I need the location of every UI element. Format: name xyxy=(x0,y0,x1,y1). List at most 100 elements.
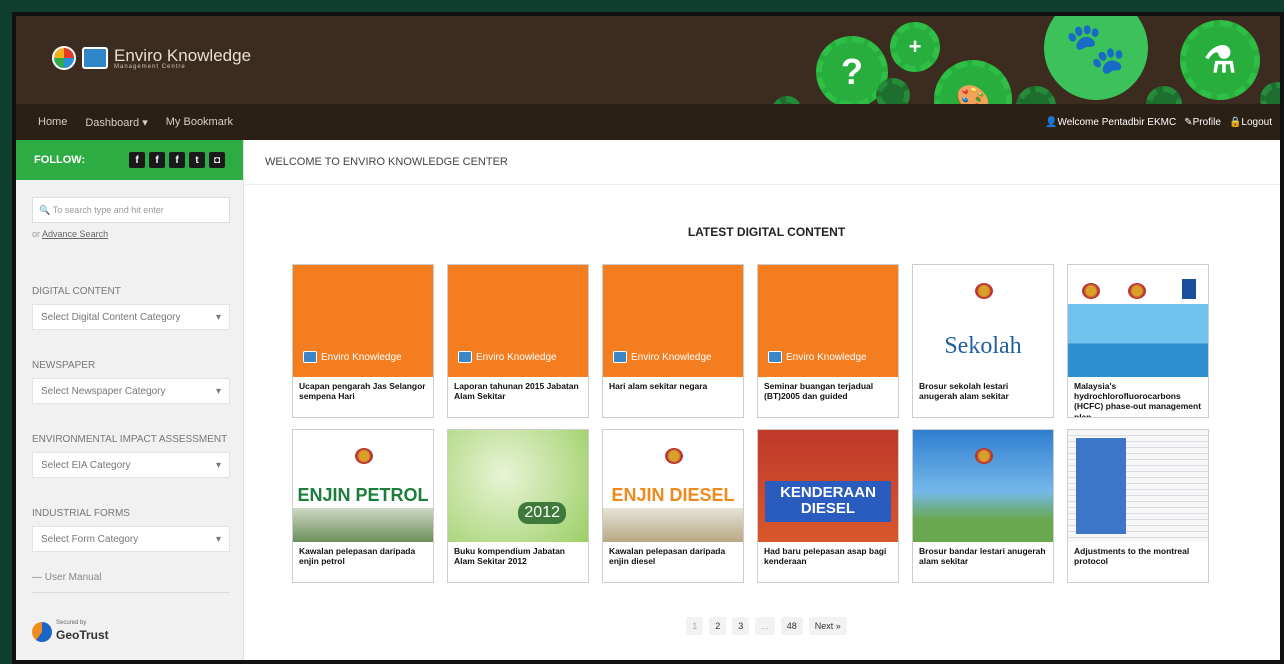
logo-book-icon xyxy=(303,351,317,363)
content-card[interactable]: Enviro Knowledge Laporan tahunan 2015 Ja… xyxy=(447,264,589,418)
logo-globe-icon xyxy=(52,46,76,70)
nav-dashboard[interactable]: Dashboard ▾ xyxy=(85,116,147,129)
next-page-button[interactable]: Next » xyxy=(808,617,847,635)
nav-home[interactable]: Home xyxy=(38,116,67,128)
thumb-cover xyxy=(1076,438,1126,534)
crest-icon xyxy=(975,283,993,299)
content-card[interactable]: ENJIN PETROL Kawalan pelepasan daripada … xyxy=(292,429,434,583)
chevron-down-icon: ▾ xyxy=(215,459,221,471)
logo-title: Enviro Knowledge xyxy=(114,45,252,65)
card-thumbnail xyxy=(1068,265,1208,377)
small-gear-icon xyxy=(772,96,802,104)
geotrust-badge[interactable]: Secured by GeoTrust xyxy=(32,620,109,644)
page-2[interactable]: 2 xyxy=(709,617,727,635)
content-card[interactable]: Adjustments to the montreal protocol xyxy=(1067,429,1209,583)
card-thumbnail: Sekolah xyxy=(913,265,1053,377)
search-icon: 🔍 xyxy=(39,204,51,215)
paw-bulb-icon: 🐾 xyxy=(1044,16,1148,100)
card-thumbnail xyxy=(1068,430,1208,542)
facebook-icon[interactable]: f xyxy=(129,152,145,168)
logo-subtitle: Management Centre xyxy=(114,63,186,70)
logo-book-icon xyxy=(768,351,782,363)
twitter-icon[interactable]: t xyxy=(189,152,205,168)
card-thumbnail: Enviro Knowledge xyxy=(448,265,588,377)
thumb-photo xyxy=(293,508,433,542)
page-48[interactable]: 48 xyxy=(780,617,803,635)
card-caption: Kawalan pelepasan daripada enjin petrol xyxy=(299,546,416,567)
card-caption: Ucapan pengarah Jas Selangor sempena Har… xyxy=(299,381,426,402)
card-caption: Had baru pelepasan asap bagi kenderaan xyxy=(764,546,887,567)
page-title: WELCOME TO ENVIRO KNOWLEDGE CENTER xyxy=(265,156,508,168)
content-card[interactable]: Enviro Knowledge Seminar buangan terjadu… xyxy=(757,264,899,418)
card-thumbnail: ENJIN DIESEL xyxy=(603,430,743,542)
page-1[interactable]: 1 xyxy=(686,617,704,635)
card-caption: Buku kompendium Jabatan Alam Sekitar 201… xyxy=(454,546,565,567)
card-caption: Hari alam sekitar negara xyxy=(609,381,708,391)
card-caption: Adjustments to the montreal protocol xyxy=(1074,546,1190,567)
card-thumbnail: Enviro Knowledge xyxy=(603,265,743,377)
section-title-eia: ENVIRONMENTAL IMPACT ASSESSMENT xyxy=(32,434,228,445)
advance-search-link[interactable]: Advance Search xyxy=(42,229,108,239)
follow-bar: FOLLOW: f f f t ◘ xyxy=(16,140,243,180)
main-content: WELCOME TO ENVIRO KNOWLEDGE CENTER LATES… xyxy=(245,140,1280,660)
sidebar: FOLLOW: f f f t ◘ 🔍 To search type and h… xyxy=(16,140,244,660)
page-3[interactable]: 3 xyxy=(732,617,750,635)
caret-down-icon: ▾ xyxy=(142,116,148,129)
card-caption: Brosur bandar lestari anugerah alam seki… xyxy=(919,546,1046,567)
content-card[interactable]: ENJIN DIESEL Kawalan pelepasan daripada … xyxy=(602,429,744,583)
page-ellipsis: ... xyxy=(755,617,775,635)
chevron-down-icon: ▾ xyxy=(215,533,221,545)
lock-icon: 🔒 xyxy=(1228,116,1242,128)
profile-link[interactable]: ✎Profile xyxy=(1184,117,1221,128)
card-thumbnail: KENDERAAN DIESEL xyxy=(758,430,898,542)
newspaper-select[interactable]: Select Newspaper Category ▾ xyxy=(32,378,230,404)
card-thumbnail: Enviro Knowledge xyxy=(293,265,433,377)
facebook-icon[interactable]: f xyxy=(149,152,165,168)
welcome-user-link[interactable]: 👤Welcome Pentadbir EKMC xyxy=(1045,117,1176,128)
chevron-down-icon: ▾ xyxy=(215,311,221,323)
content-card[interactable]: Brosur bandar lestari anugerah alam seki… xyxy=(912,429,1054,583)
card-thumbnail: Enviro Knowledge xyxy=(758,265,898,377)
section-title-digital: DIGITAL CONTENT xyxy=(32,286,121,297)
palette-gear-icon: 🎨 xyxy=(934,60,1012,104)
section-title-forms: INDUSTRIAL FORMS xyxy=(32,508,130,519)
divider xyxy=(245,184,1280,185)
section-heading: LATEST DIGITAL CONTENT xyxy=(687,225,846,239)
eia-select[interactable]: Select EIA Category ▾ xyxy=(32,452,230,478)
card-thumbnail: 2012 xyxy=(448,430,588,542)
nav-bookmark[interactable]: My Bookmark xyxy=(166,116,233,128)
card-caption: Laporan tahunan 2015 Jabatan Alam Sekita… xyxy=(454,381,579,402)
small-gear-icon xyxy=(876,78,910,104)
flask-gear-icon: ⚗ xyxy=(1180,20,1260,100)
advance-search-row: or Advance Search xyxy=(32,229,109,239)
content-card[interactable]: Sekolah Brosur sekolah lestari anugerah … xyxy=(912,264,1054,418)
chevron-down-icon: ▾ xyxy=(215,385,221,397)
crest-icon xyxy=(1082,283,1100,299)
follow-label: FOLLOW: xyxy=(34,154,86,166)
logo-book-icon xyxy=(82,47,108,69)
site-logo[interactable]: Enviro Knowledge Management Centre xyxy=(52,46,251,70)
crest-icon xyxy=(355,448,373,464)
content-card[interactable]: 2012 Buku kompendium Jabatan Alam Sekita… xyxy=(447,429,589,583)
forms-select[interactable]: Select Form Category ▾ xyxy=(32,526,230,552)
small-gear-icon xyxy=(1260,82,1280,104)
facebook-icon[interactable]: f xyxy=(169,152,185,168)
site-header: Enviro Knowledge Management Centre ? + 🎨… xyxy=(16,16,1280,104)
user-manual-link[interactable]: — User Manual xyxy=(32,572,101,583)
card-thumbnail xyxy=(913,430,1053,542)
card-caption: Seminar buangan terjadual (BT)2005 dan g… xyxy=(764,381,874,402)
content-card[interactable]: Malaysia's hydrochlorofluorocarbons (HCF… xyxy=(1067,264,1209,418)
top-nav: Home Dashboard ▾ My Bookmark 👤Welcome Pe… xyxy=(16,104,1280,140)
logout-link[interactable]: 🔒Logout xyxy=(1229,117,1272,128)
instagram-icon[interactable]: ◘ xyxy=(209,152,225,168)
content-card[interactable]: Enviro Knowledge Hari alam sekitar negar… xyxy=(602,264,744,418)
crest-icon xyxy=(665,448,683,464)
content-card[interactable]: Enviro Knowledge Ucapan pengarah Jas Sel… xyxy=(292,264,434,418)
content-card[interactable]: KENDERAAN DIESEL Had baru pelepasan asap… xyxy=(757,429,899,583)
pagination: 1 2 3 ... 48 Next » xyxy=(245,617,1280,635)
search-input[interactable]: 🔍 To search type and hit enter xyxy=(32,197,230,223)
digital-content-select[interactable]: Select Digital Content Category ▾ xyxy=(32,304,230,330)
edit-icon: ✎ xyxy=(1184,116,1193,128)
logo-book-icon xyxy=(613,351,627,363)
divider xyxy=(32,592,230,593)
